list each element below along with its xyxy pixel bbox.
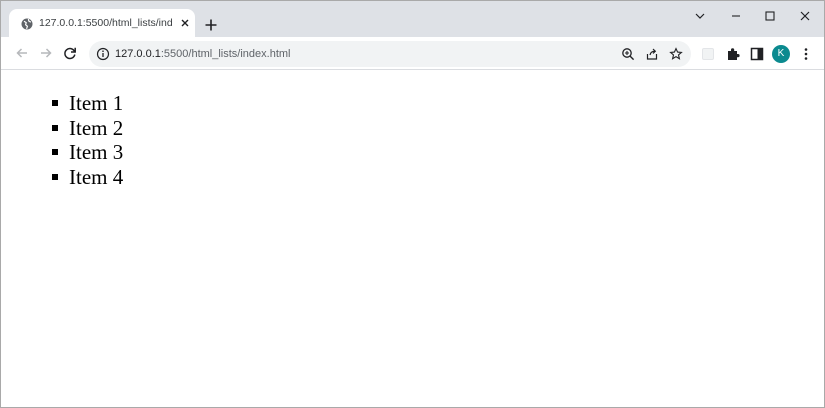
square-bullet-icon — [52, 173, 58, 180]
plus-icon[interactable] — [202, 16, 220, 34]
tab-strip: 127.0.0.1:5500/html_lists/index.html — [1, 1, 824, 37]
list-item: Item 1 — [52, 91, 124, 116]
list-item-text: Item 1 — [69, 91, 124, 115]
square-bullet-icon — [52, 149, 58, 155]
puzzle-icon[interactable] — [725, 46, 741, 62]
square-bullet-icon — [52, 124, 58, 131]
star-icon[interactable] — [669, 47, 683, 61]
browser-window: 127.0.0.1:5500/html_lists/index.html — [0, 0, 825, 408]
item-list: Item 1 Item 2 Item 3 Item 4 — [52, 91, 124, 190]
side-panel-icon[interactable] — [749, 46, 765, 62]
back-arrow-icon[interactable] — [14, 45, 30, 61]
list-item: Item 2 — [52, 115, 124, 141]
url-host: 127.0.0.1 — [115, 48, 161, 60]
browser-tab[interactable]: 127.0.0.1:5500/html_lists/index.html — [9, 9, 195, 37]
maximize-icon[interactable] — [763, 9, 777, 23]
square-bullet-icon — [52, 100, 58, 106]
list-item-text: Item 2 — [69, 115, 124, 140]
chevron-down-icon[interactable] — [693, 9, 707, 23]
profile-avatar[interactable]: K — [772, 45, 790, 63]
address-bar[interactable]: 127.0.0.1:5500/html_lists/index.html — [89, 41, 691, 67]
list-item: Item 4 — [52, 164, 124, 190]
list-item: Item 3 — [52, 140, 124, 165]
share-icon[interactable] — [645, 47, 659, 61]
close-window-icon[interactable] — [798, 9, 812, 23]
list-item-text: Item 4 — [69, 164, 124, 189]
info-icon[interactable] — [96, 47, 110, 61]
page-content: Item 1 Item 2 Item 3 Item 4 — [1, 71, 824, 407]
zoom-icon[interactable] — [621, 47, 635, 61]
close-icon[interactable] — [177, 15, 193, 31]
url-text[interactable]: 127.0.0.1:5500/html_lists/index.html — [115, 46, 291, 62]
forward-arrow-icon[interactable] — [38, 45, 54, 61]
reload-icon[interactable] — [62, 45, 78, 61]
extension-tile-icon[interactable] — [700, 46, 716, 62]
browser-toolbar: 127.0.0.1:5500/html_lists/index.html K — [1, 37, 824, 70]
kebab-menu-icon[interactable] — [798, 46, 814, 62]
minimize-icon[interactable] — [729, 9, 743, 23]
globe-icon — [21, 17, 33, 30]
url-path: :5500/html_lists/index.html — [160, 48, 291, 60]
list-item-text: Item 3 — [69, 140, 124, 164]
tab-title: 127.0.0.1:5500/html_lists/index.html — [39, 17, 173, 29]
